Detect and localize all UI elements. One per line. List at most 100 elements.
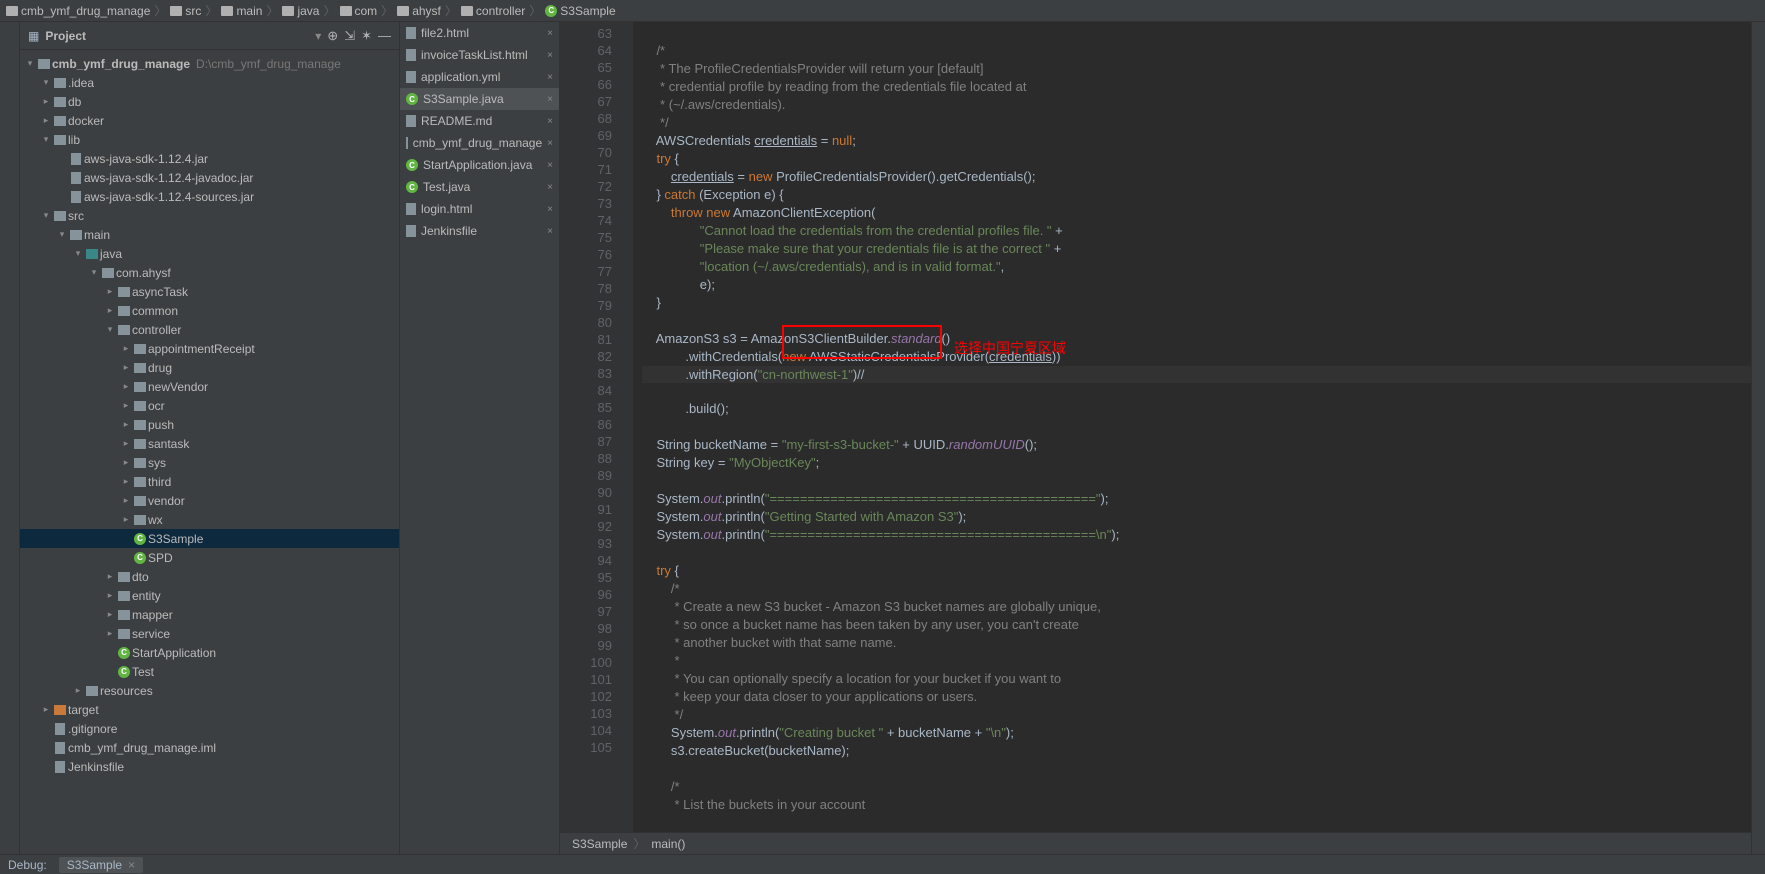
line-number[interactable]: 86 (560, 416, 612, 433)
collapse-icon[interactable]: ⇲ (344, 28, 355, 44)
tree-item[interactable]: ▾com.ahysf (20, 263, 399, 282)
line-number[interactable]: 64 (560, 42, 612, 59)
expand-arrow-icon[interactable]: ▾ (72, 248, 84, 259)
line-number[interactable]: 96 (560, 586, 612, 603)
breadcrumb-item[interactable]: com (340, 4, 378, 18)
breadcrumb-item[interactable]: main (221, 4, 262, 18)
expand-arrow-icon[interactable]: ▾ (56, 229, 68, 240)
debug-config-chip[interactable]: S3Sample × (59, 857, 143, 873)
tree-item[interactable]: CTest (20, 662, 399, 681)
line-number[interactable]: 99 (560, 637, 612, 654)
expand-arrow-icon[interactable]: ▾ (24, 58, 36, 69)
expand-arrow-icon[interactable]: ▾ (40, 77, 52, 88)
tool-window-bar-left[interactable] (0, 22, 20, 854)
tree-root[interactable]: ▾ cmb_ymf_drug_manage D:\cmb_ymf_drug_ma… (20, 54, 399, 73)
expand-arrow-icon[interactable]: ▸ (104, 286, 116, 297)
tree-item[interactable]: ▸appointmentReceipt (20, 339, 399, 358)
line-number[interactable]: 66 (560, 76, 612, 93)
target-icon[interactable]: ⊕ (327, 28, 338, 44)
line-number[interactable]: 79 (560, 297, 612, 314)
line-number[interactable]: 98 (560, 620, 612, 637)
expand-arrow-icon[interactable]: ▸ (40, 115, 52, 126)
line-number[interactable]: 84 (560, 382, 612, 399)
line-number[interactable]: 69 (560, 127, 612, 144)
line-number[interactable]: 76 (560, 246, 612, 263)
tree-item[interactable]: cmb_ymf_drug_manage.iml (20, 738, 399, 757)
line-number-gutter[interactable]: 6364656667686970717273747576777879808182… (560, 22, 620, 832)
expand-arrow-icon[interactable]: ▸ (120, 495, 132, 506)
tree-item[interactable]: ▸push (20, 415, 399, 434)
tree-item[interactable]: aws-java-sdk-1.12.4-javadoc.jar (20, 168, 399, 187)
breadcrumb-root[interactable]: cmb_ymf_drug_manage (6, 4, 150, 18)
line-number[interactable]: 104 (560, 722, 612, 739)
expand-arrow-icon[interactable]: ▸ (40, 96, 52, 107)
editor-tab[interactable]: Jenkinsfile× (400, 220, 559, 242)
crumb-class[interactable]: S3Sample (572, 837, 627, 851)
tree-item[interactable]: ▾main (20, 225, 399, 244)
line-number[interactable]: 73 (560, 195, 612, 212)
tree-item[interactable]: ▸vendor (20, 491, 399, 510)
breadcrumb-item[interactable]: ahysf (397, 4, 441, 18)
editor-tab[interactable]: file2.html× (400, 22, 559, 44)
line-number[interactable]: 71 (560, 161, 612, 178)
tree-item[interactable]: .gitignore (20, 719, 399, 738)
expand-arrow-icon[interactable]: ▸ (120, 438, 132, 449)
chevron-down-icon[interactable]: ▾ (315, 29, 321, 43)
tree-item[interactable]: ▸third (20, 472, 399, 491)
tree-item[interactable]: aws-java-sdk-1.12.4.jar (20, 149, 399, 168)
expand-arrow-icon[interactable]: ▸ (40, 704, 52, 715)
breadcrumb-item[interactable]: java (282, 4, 319, 18)
line-number[interactable]: 72 (560, 178, 612, 195)
expand-arrow-icon[interactable]: ▸ (104, 590, 116, 601)
tree-item[interactable]: CStartApplication (20, 643, 399, 662)
editor-tab[interactable]: login.html× (400, 198, 559, 220)
line-number[interactable]: 92 (560, 518, 612, 535)
line-number[interactable]: 101 (560, 671, 612, 688)
line-number[interactable]: 91 (560, 501, 612, 518)
fold-gutter[interactable] (620, 22, 634, 832)
editor-tab[interactable]: CS3Sample.java× (400, 88, 559, 110)
line-number[interactable]: 83 (560, 365, 612, 382)
close-icon[interactable]: × (547, 72, 553, 83)
line-number[interactable]: 90 (560, 484, 612, 501)
tree-item[interactable]: ▸dto (20, 567, 399, 586)
line-number[interactable]: 97 (560, 603, 612, 620)
line-number[interactable]: 94 (560, 552, 612, 569)
tool-window-bar-right[interactable] (1751, 22, 1765, 854)
close-icon[interactable]: × (547, 50, 553, 61)
expand-arrow-icon[interactable]: ▸ (104, 571, 116, 582)
tree-item[interactable]: aws-java-sdk-1.12.4-sources.jar (20, 187, 399, 206)
expand-arrow-icon[interactable]: ▸ (120, 400, 132, 411)
line-number[interactable]: 70 (560, 144, 612, 161)
expand-arrow-icon[interactable]: ▾ (40, 134, 52, 145)
line-number[interactable]: 82 (560, 348, 612, 365)
tree-item[interactable]: ▸target (20, 700, 399, 719)
tree-item[interactable]: ▾controller (20, 320, 399, 339)
tree-item[interactable]: ▸asyncTask (20, 282, 399, 301)
close-icon[interactable]: × (547, 138, 553, 149)
project-dropdown-icon[interactable]: ▦ (28, 29, 39, 43)
line-number[interactable]: 88 (560, 450, 612, 467)
line-number[interactable]: 74 (560, 212, 612, 229)
expand-arrow-icon[interactable]: ▸ (104, 609, 116, 620)
tree-item[interactable]: CSPD (20, 548, 399, 567)
tree-item[interactable]: CS3Sample (20, 529, 399, 548)
tree-item[interactable]: ▾java (20, 244, 399, 263)
editor-tab[interactable]: cmb_ymf_drug_manage× (400, 132, 559, 154)
tree-item[interactable]: ▸wx (20, 510, 399, 529)
close-icon[interactable]: × (547, 94, 553, 105)
code-area[interactable]: /* * The ProfileCredentialsProvider will… (634, 22, 1751, 832)
expand-arrow-icon[interactable]: ▾ (104, 324, 116, 335)
line-number[interactable]: 80 (560, 314, 612, 331)
line-number[interactable]: 75 (560, 229, 612, 246)
line-number[interactable]: 77 (560, 263, 612, 280)
code-editor[interactable]: 6364656667686970717273747576777879808182… (560, 22, 1751, 854)
editor-tab[interactable]: application.yml× (400, 66, 559, 88)
line-number[interactable]: 102 (560, 688, 612, 705)
tree-item[interactable]: ▾.idea (20, 73, 399, 92)
tree-item[interactable]: ▸service (20, 624, 399, 643)
breadcrumb-class[interactable]: CS3Sample (545, 4, 615, 18)
expand-arrow-icon[interactable]: ▸ (120, 362, 132, 373)
line-number[interactable]: 89 (560, 467, 612, 484)
editor-tab[interactable]: CTest.java× (400, 176, 559, 198)
